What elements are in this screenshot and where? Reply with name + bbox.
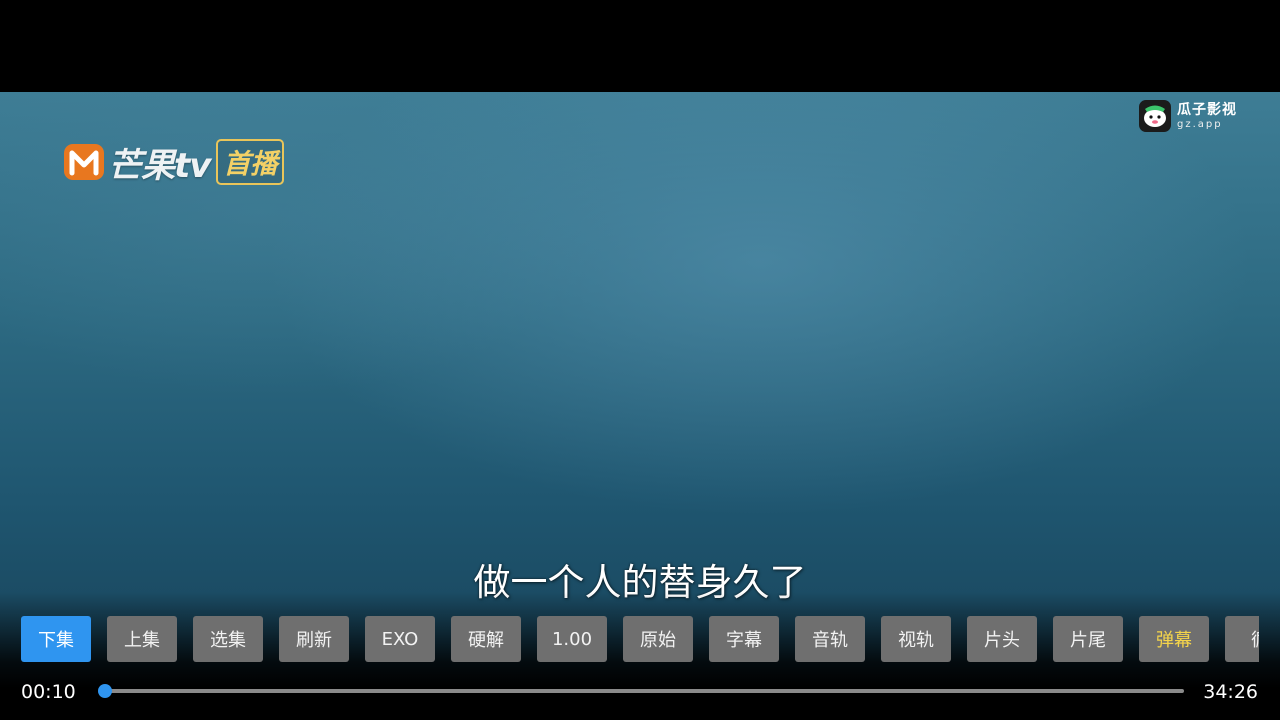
watermark-url: gz.app [1177, 118, 1223, 130]
current-time: 00:10 [21, 681, 76, 703]
loop-button[interactable]: 循 [1225, 616, 1259, 662]
subtitle-button[interactable]: 字幕 [709, 616, 779, 662]
brand-logo: 芒果tv 首播 [62, 139, 285, 186]
previous-episode-button[interactable]: 上集 [107, 616, 177, 662]
brand-premiere-badge: 首播 [216, 139, 285, 185]
app-watermark: 瓜子影视 gz.app [1139, 100, 1237, 132]
opening-skip-button[interactable]: 片头 [967, 616, 1037, 662]
watermark-title: 瓜子影视 [1177, 101, 1237, 118]
mango-tv-logo-icon [64, 144, 104, 180]
video-track-button[interactable]: 视轨 [881, 616, 951, 662]
next-episode-button[interactable]: 下集 [21, 616, 91, 662]
danmaku-button[interactable]: 弹幕 [1139, 616, 1209, 662]
playback-speed-button[interactable]: 1.00 [537, 616, 607, 662]
seek-bar[interactable] [98, 684, 1184, 698]
guazi-mascot-icon [1139, 100, 1171, 132]
aspect-ratio-button[interactable]: 原始 [623, 616, 693, 662]
episode-select-button[interactable]: 选集 [193, 616, 263, 662]
player-engine-button[interactable]: EXO [365, 616, 435, 662]
brand-name: 芒果tv [108, 145, 211, 186]
hardware-decode-button[interactable]: 硬解 [451, 616, 521, 662]
ending-skip-button[interactable]: 片尾 [1053, 616, 1123, 662]
refresh-button[interactable]: 刷新 [279, 616, 349, 662]
total-time: 34:26 [1203, 681, 1258, 703]
top-letterbox [0, 0, 1280, 92]
audio-track-button[interactable]: 音轨 [795, 616, 865, 662]
control-button-row: 下集 上集 选集 刷新 EXO 硬解 1.00 原始 字幕 音轨 视轨 片头 片… [21, 616, 1259, 662]
